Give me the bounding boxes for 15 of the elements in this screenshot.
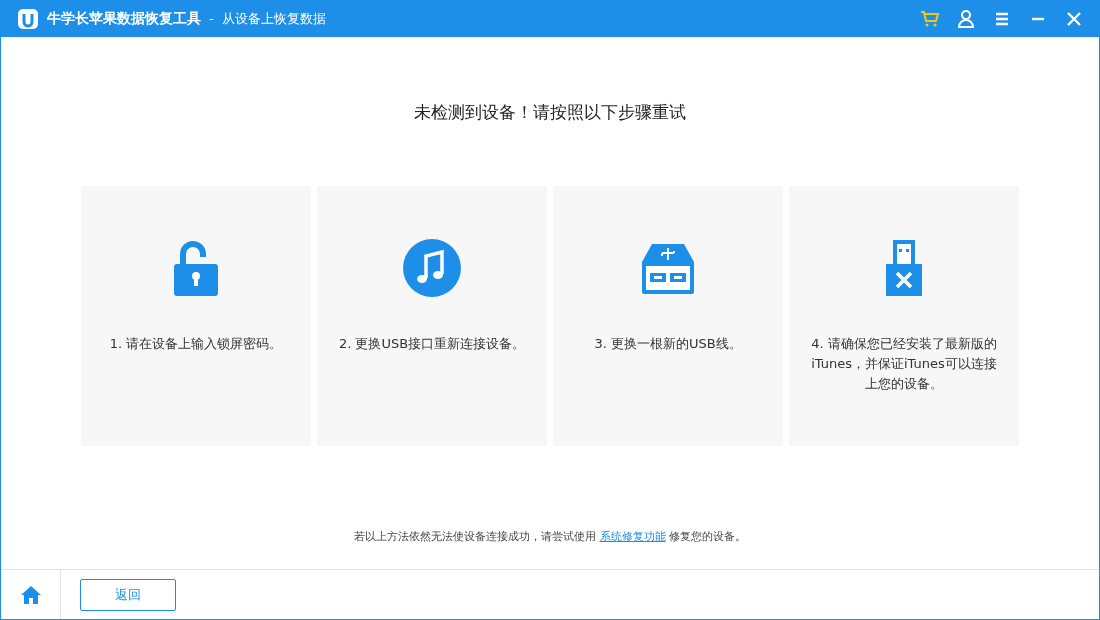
- app-name: 牛学长苹果数据恢复工具: [47, 9, 201, 28]
- app-logo-icon: [17, 7, 39, 30]
- step-text: 2. 更换USB接口重新连接设备。: [337, 334, 527, 353]
- music-note-icon: [402, 237, 462, 298]
- title-separator: -: [209, 9, 214, 28]
- step-text: 1. 请在设备上输入锁屏密码。: [108, 334, 284, 353]
- step-text: 3. 更换一根新的USB线。: [593, 334, 743, 353]
- window-subtitle: 从设备上恢复数据: [221, 9, 326, 28]
- heading: 未检测到设备！请按照以下步骤重试: [414, 101, 686, 124]
- step-text: 4. 请确保您已经安装了最新版的iTunes，并保证iTunes可以连接上您的设备。: [810, 334, 998, 393]
- user-icon[interactable]: [955, 7, 977, 30]
- back-button[interactable]: 返回: [80, 578, 176, 611]
- system-repair-link[interactable]: 系统修复功能: [599, 529, 666, 543]
- help-text: 若以上方法依然无法使设备连接成功，请尝试使用 系统修复功能 修复您的设备。: [354, 528, 746, 545]
- home-icon[interactable]: [19, 584, 42, 605]
